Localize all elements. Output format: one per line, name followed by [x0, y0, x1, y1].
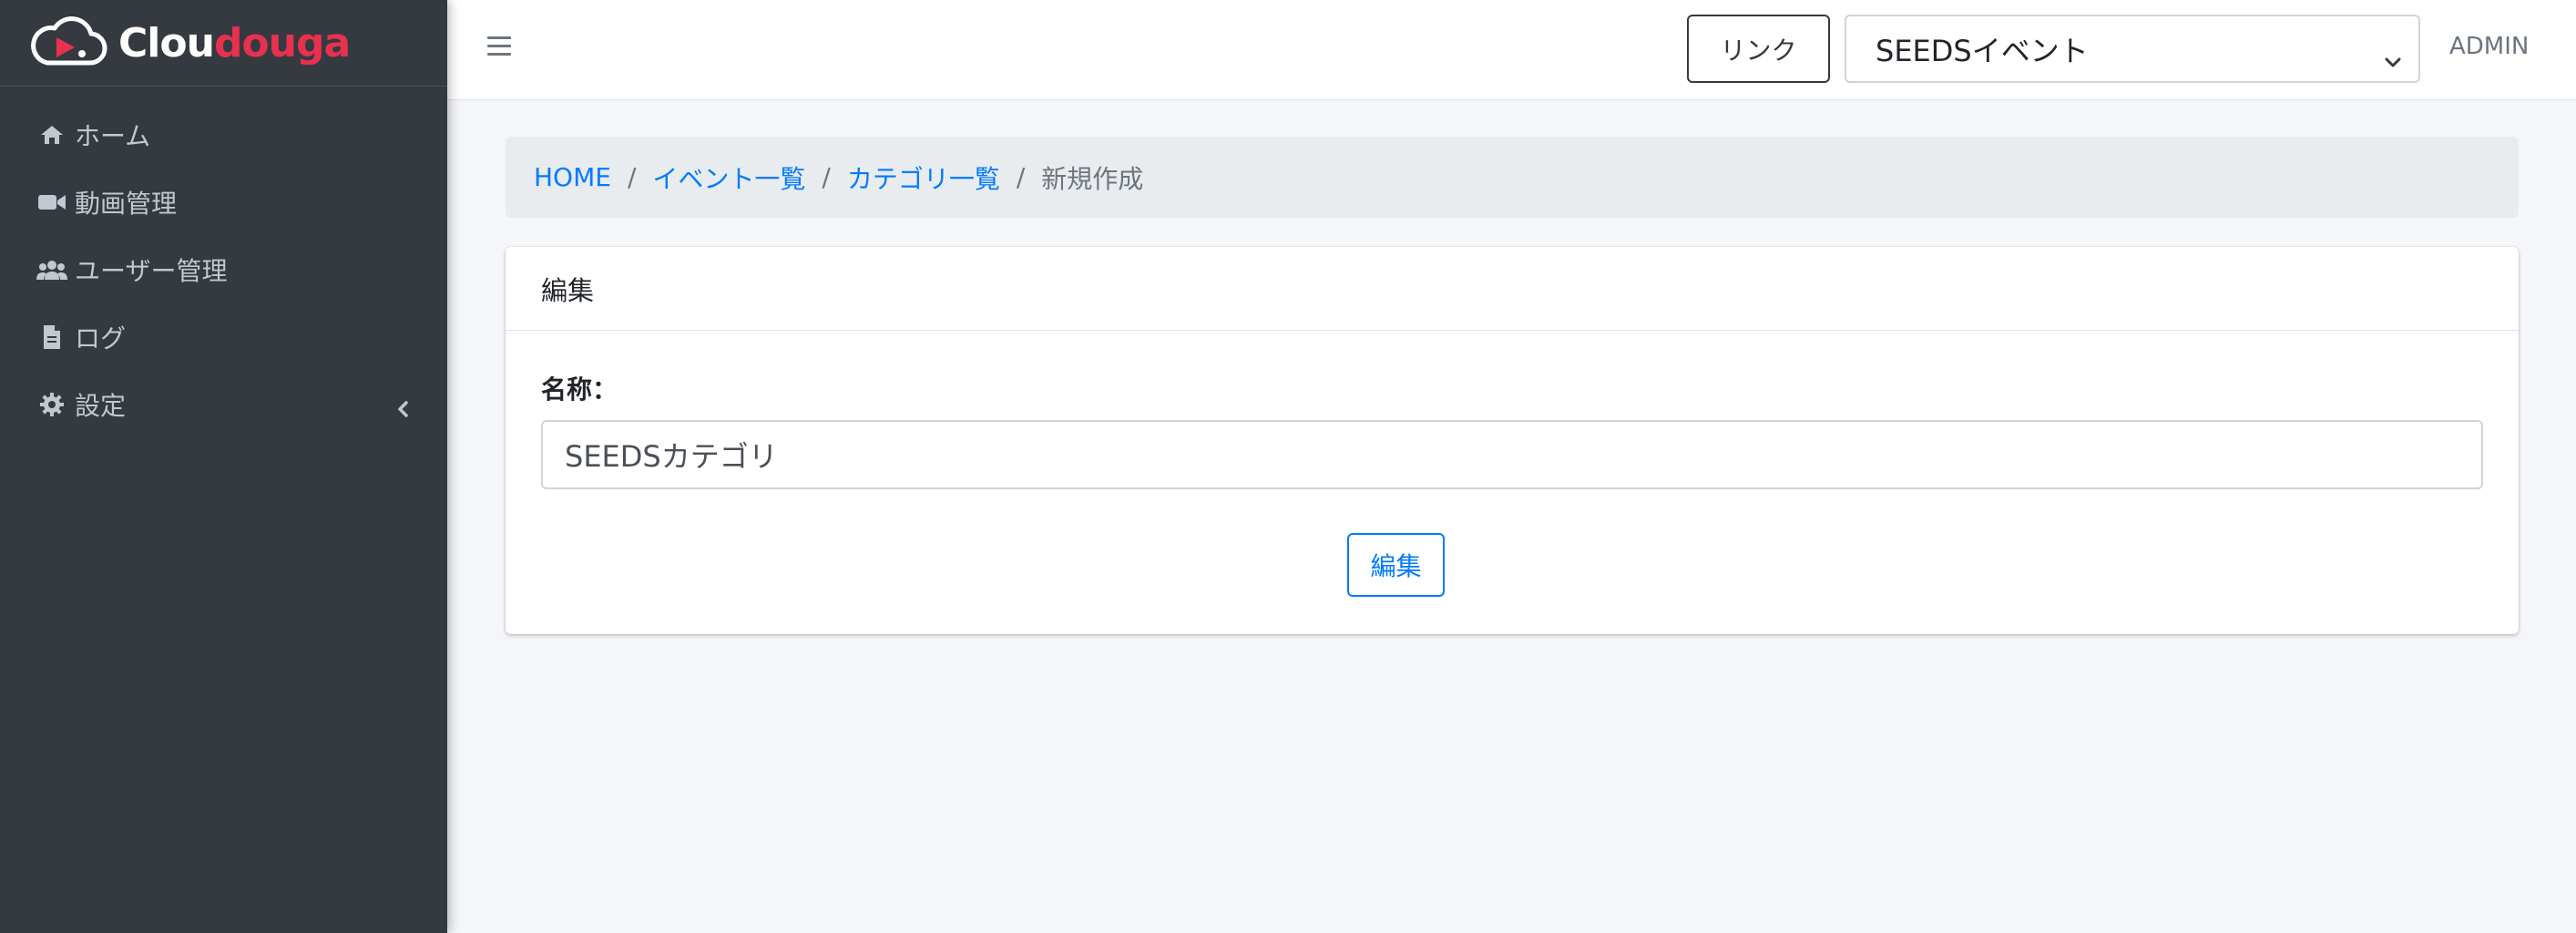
breadcrumb: HOME / イベント一覧 / カテゴリ一覧 / 新規作成: [506, 137, 2519, 218]
gear-icon: [36, 391, 67, 418]
sidebar-item-label: ログ: [75, 323, 127, 354]
sidebar-item-users[interactable]: ユーザー管理: [0, 236, 447, 303]
chevron-down-icon: [2384, 42, 2402, 77]
top-navbar: リンク SEEDSイベント ADMIN: [447, 0, 2576, 100]
breadcrumb-category-list[interactable]: カテゴリ一覧: [847, 159, 1000, 196]
name-label: 名称：: [541, 374, 618, 405]
menu-toggle-icon[interactable]: [487, 36, 511, 60]
sidebar-item-label: 動画管理: [75, 189, 178, 219]
brand[interactable]: Cloudouga: [0, 0, 447, 87]
sidebar-nav: ホーム 動画管理 ユーザー管理 ログ 設定: [0, 87, 447, 438]
chevron-left-icon[interactable]: [396, 395, 409, 425]
cloud-play-logo-icon: [29, 15, 107, 70]
video-icon: [36, 189, 67, 216]
edit-card: 編集 名称： 編集: [506, 247, 2519, 634]
breadcrumb-event-list[interactable]: イベント一覧: [652, 159, 805, 196]
breadcrumb-separator: /: [1016, 162, 1026, 192]
user-menu[interactable]: ADMIN: [2449, 33, 2529, 60]
event-select-value: SEEDSイベント: [1876, 33, 2089, 68]
brand-name: Cloudouga: [118, 19, 351, 67]
sidebar-item-label: ユーザー管理: [75, 256, 228, 286]
link-button[interactable]: リンク: [1687, 15, 1830, 83]
sidebar-item-home[interactable]: ホーム: [0, 101, 447, 169]
event-select[interactable]: SEEDSイベント: [1845, 15, 2420, 83]
breadcrumb-home[interactable]: HOME: [534, 162, 611, 192]
card-title: 編集: [506, 247, 2519, 331]
sidebar-item-videos[interactable]: 動画管理: [0, 169, 447, 236]
breadcrumb-current: 新規作成: [1041, 163, 1144, 194]
file-icon: [36, 323, 67, 351]
breadcrumb-separator: /: [822, 162, 831, 192]
home-icon: [36, 121, 67, 149]
sidebar: Cloudouga ホーム 動画管理 ユーザー管理 ログ 設定: [0, 0, 447, 933]
sidebar-item-label: 設定: [75, 391, 127, 421]
breadcrumb-separator: /: [627, 162, 637, 192]
sidebar-item-logs[interactable]: ログ: [0, 303, 447, 371]
submit-edit-button[interactable]: 編集: [1347, 533, 1445, 597]
name-input[interactable]: [541, 420, 2483, 489]
sidebar-item-label: ホーム: [75, 121, 151, 151]
sidebar-item-settings[interactable]: 設定: [0, 371, 447, 438]
users-icon: [36, 256, 67, 283]
